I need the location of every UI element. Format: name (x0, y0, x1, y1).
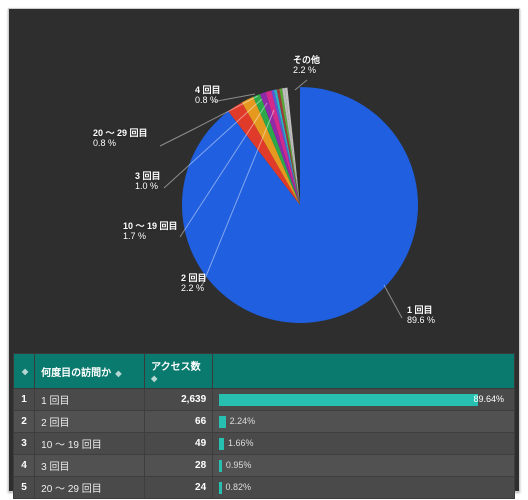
callout-2: 2 回目 2.2 % (181, 273, 207, 294)
table-row: 22 回目66 2.24% (14, 411, 515, 433)
callout-label: 3 回目 (135, 171, 161, 181)
bar-fill (219, 416, 225, 428)
sort-icon: ◆ (151, 374, 157, 383)
bar-pct-label: 89.64% (473, 394, 504, 404)
cell-category: 20 〜 29 回目 (35, 477, 145, 499)
callout-1: 1 回目 89.6 % (407, 305, 435, 326)
leader-line (384, 285, 402, 318)
col-label: アクセス数 (151, 362, 201, 373)
callout-pct: 1.0 % (135, 181, 161, 191)
bar-pct-label: 0.95% (226, 460, 252, 470)
callout-label: 2 回目 (181, 273, 207, 283)
callout-pct: 0.8 % (195, 95, 221, 105)
cell-count: 28 (145, 455, 213, 477)
cell-count: 2,639 (145, 389, 213, 411)
callout-label: 1 回目 (407, 305, 435, 315)
bar-fill (219, 460, 222, 472)
col-label: 何度目の訪問か (41, 368, 111, 379)
callout-label: 10 〜 19 回目 (123, 221, 178, 231)
callout-pct: 89.6 % (407, 315, 435, 325)
bar-fill (219, 482, 221, 494)
visits-table: ◆ 何度目の訪問か ◆ アクセス数 ◆ 11 回目2,639 89.64% 22 回… (13, 353, 515, 499)
table-row: 43 回目28 0.95% (14, 455, 515, 477)
cell-count: 49 (145, 433, 213, 455)
callout-pct: 1.7 % (123, 231, 178, 241)
table-row: 11 回目2,639 89.64% (14, 389, 515, 411)
cell-bar: 0.82% (213, 477, 515, 499)
callout-5: 20 〜 29 回目 0.8 % (93, 128, 148, 149)
cell-category: 3 回目 (35, 455, 145, 477)
callout-label: その他 (293, 55, 320, 65)
cell-rank: 1 (14, 389, 35, 411)
cell-rank: 2 (14, 411, 35, 433)
pie-chart: 1 回目 89.6 % 2 回目 2.2 % 10 〜 19 回目 1.7 % … (13, 13, 515, 353)
cell-count: 66 (145, 411, 213, 433)
cell-rank: 5 (14, 477, 35, 499)
cell-bar: 2.24% (213, 411, 515, 433)
bar-pct-label: 2.24% (230, 416, 256, 426)
callout-other: その他 2.2 % (293, 55, 320, 76)
callout-6: 4 回目 0.8 % (195, 85, 221, 106)
bar-fill (219, 438, 224, 450)
callout-label: 20 〜 29 回目 (93, 128, 148, 138)
callout-pct: 0.8 % (93, 138, 148, 148)
cell-category: 1 回目 (35, 389, 145, 411)
callout-4: 3 回目 1.0 % (135, 171, 161, 192)
cell-bar: 0.95% (213, 455, 515, 477)
bar-pct-label: 0.82% (226, 482, 252, 492)
callout-3: 10 〜 19 回目 1.7 % (123, 221, 178, 242)
cell-count: 24 (145, 477, 213, 499)
table-row: 520 〜 29 回目24 0.82% (14, 477, 515, 499)
table-row: 310 〜 19 回目49 1.66% (14, 433, 515, 455)
sort-icon: ◆ (113, 369, 121, 378)
cell-rank: 4 (14, 455, 35, 477)
callout-pct: 2.2 % (293, 65, 320, 75)
dashboard-panel: 1 回目 89.6 % 2 回目 2.2 % 10 〜 19 回目 1.7 % … (8, 8, 520, 492)
callout-pct: 2.2 % (181, 283, 207, 293)
cell-rank: 3 (14, 433, 35, 455)
sort-icon: ◆ (22, 367, 28, 376)
callout-label: 4 回目 (195, 85, 221, 95)
bar-pct-label: 1.66% (228, 438, 254, 448)
bar-fill (219, 394, 478, 406)
cell-bar: 1.66% (213, 433, 515, 455)
cell-bar: 89.64% (213, 389, 515, 411)
cell-category: 2 回目 (35, 411, 145, 433)
cell-category: 10 〜 19 回目 (35, 433, 145, 455)
pie-svg (12, 20, 516, 360)
